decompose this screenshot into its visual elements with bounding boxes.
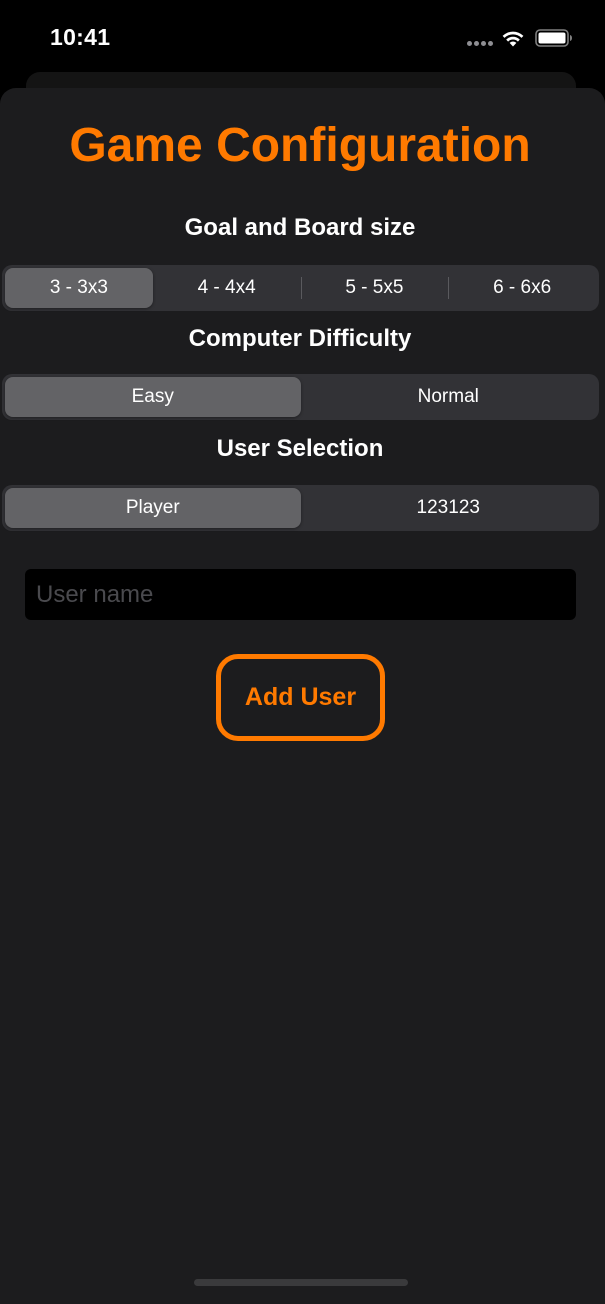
- user-selection-label: User Selection: [216, 435, 384, 462]
- user-selection-segmented-control: Player 123123: [2, 485, 599, 531]
- status-bar: 10:41: [0, 0, 605, 80]
- status-time: 10:41: [50, 24, 111, 50]
- difficulty-segmented-control: Easy Normal: [2, 374, 599, 420]
- board-size-segmented-control: 3 - 3x3 4 - 4x4 5 - 5x5 6 - 6x6: [2, 265, 599, 311]
- segment-5x5[interactable]: 5 - 5x5: [300, 268, 449, 308]
- segment-easy[interactable]: Easy: [5, 377, 301, 417]
- segment-6x6[interactable]: 6 - 6x6: [448, 268, 596, 308]
- segment-player[interactable]: Player: [5, 488, 301, 528]
- home-indicator: [194, 1279, 408, 1286]
- signal-dots-icon: [467, 41, 493, 46]
- page-title: Game Configuration: [69, 119, 531, 172]
- battery-icon: [535, 29, 572, 47]
- segment-4x4[interactable]: 4 - 4x4: [153, 268, 301, 308]
- wifi-icon: [502, 31, 524, 47]
- board-size-label: Goal and Board size: [184, 214, 416, 241]
- difficulty-label: Computer Difficulty: [188, 325, 412, 352]
- segment-user-123123[interactable]: 123123: [301, 488, 597, 528]
- add-user-button[interactable]: Add User: [216, 654, 385, 741]
- segment-normal[interactable]: Normal: [301, 377, 597, 417]
- user-name-input[interactable]: [25, 569, 576, 620]
- segment-3x3[interactable]: 3 - 3x3: [5, 268, 153, 308]
